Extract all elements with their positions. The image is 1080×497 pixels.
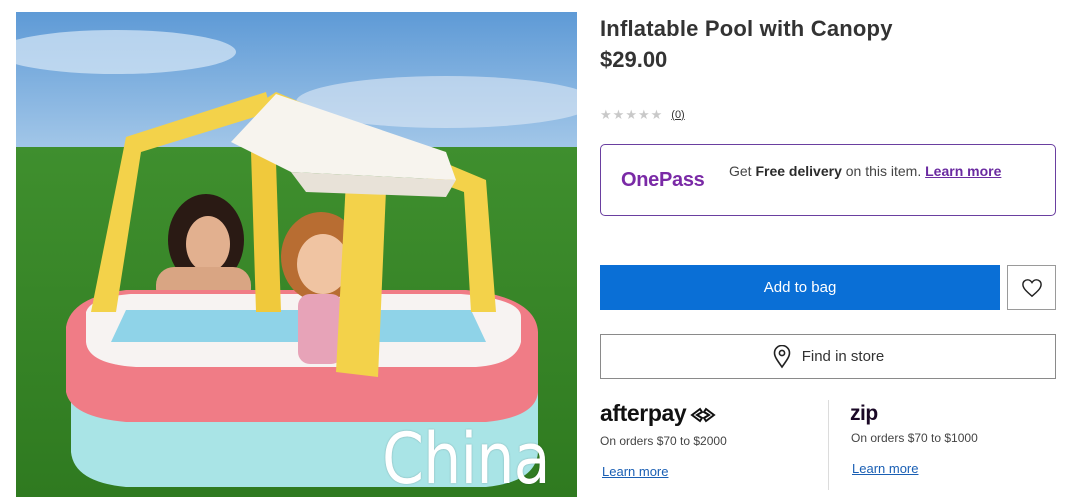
- reviews-link[interactable]: (0): [671, 109, 684, 121]
- product-info: Inflatable Pool with Canopy $29.00 ★ ★ ★…: [600, 0, 1060, 497]
- find-in-store-label: Find in store: [801, 348, 885, 365]
- heart-icon: [1021, 278, 1042, 297]
- wishlist-button[interactable]: [1007, 265, 1056, 310]
- afterpay-logo: afterpay: [600, 400, 718, 427]
- zip-logo: zip: [850, 402, 878, 425]
- zip-terms: On orders $70 to $1000: [851, 431, 978, 445]
- onepass-message: Get Free delivery on this item. Learn mo…: [729, 163, 1029, 180]
- star-icon: ★: [650, 107, 663, 122]
- onepass-learn-more-link[interactable]: Learn more: [925, 163, 1001, 179]
- onepass-banner: OnePass Get Free delivery on this item. …: [600, 144, 1056, 216]
- find-in-store-button[interactable]: Find in store: [600, 334, 1056, 379]
- onepass-text-prefix: Get: [729, 163, 756, 179]
- star-icon: ★: [612, 107, 625, 122]
- location-pin-icon: [773, 344, 791, 368]
- product-title: Inflatable Pool with Canopy: [600, 16, 893, 41]
- product-rating: ★ ★ ★ ★ ★ (0): [600, 108, 685, 121]
- watermark: China: [382, 418, 551, 497]
- zip-learn-more-link[interactable]: Learn more: [852, 461, 918, 476]
- afterpay-mark-icon: [690, 407, 716, 423]
- payment-divider: [828, 400, 829, 490]
- rating-stars: ★ ★ ★ ★ ★: [600, 108, 662, 121]
- product-price: $29.00: [600, 47, 668, 72]
- afterpay-terms: On orders $70 to $2000: [600, 434, 727, 448]
- afterpay-learn-more-link[interactable]: Learn more: [602, 464, 668, 479]
- star-icon: ★: [637, 107, 650, 122]
- add-to-bag-button[interactable]: Add to bag: [600, 265, 1000, 310]
- star-icon: ★: [625, 107, 637, 122]
- onepass-logo: OnePass: [621, 169, 705, 191]
- onepass-text-suffix: on this item.: [841, 163, 926, 179]
- afterpay-logo-text: afterpay: [600, 400, 687, 426]
- star-icon: ★: [600, 107, 612, 122]
- onepass-text-bold: Free delivery: [755, 163, 842, 179]
